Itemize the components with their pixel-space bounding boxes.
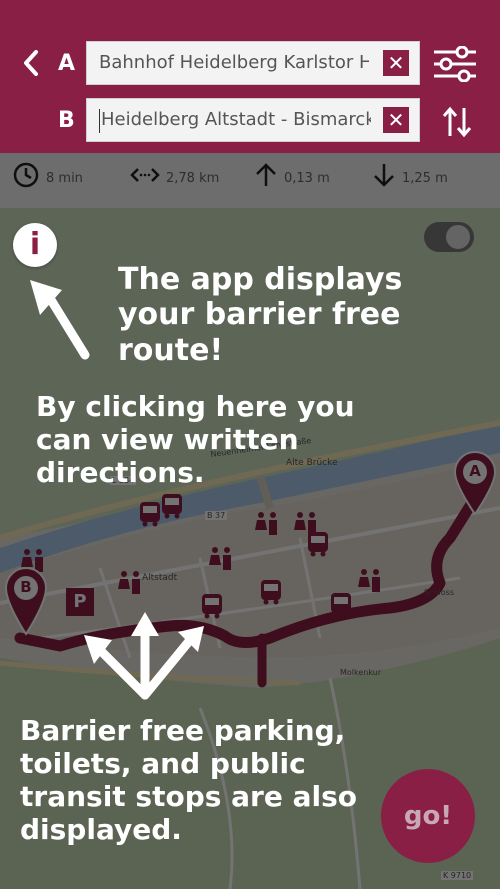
tutorial-arrow-icon [131,612,159,636]
go-button[interactable]: go! [381,769,475,863]
tutorial-arrow-icon [140,635,195,700]
tutorial-arrow-icon [93,643,150,700]
tutorial-directions-text: By clicking here you can view written di… [36,390,355,490]
tutorial-route-text: The app displays your barrier free route… [118,262,403,368]
tutorial-arrow-icon [43,290,90,360]
tutorial-poi-text: Barrier free parking, toilets, and publi… [20,714,357,847]
